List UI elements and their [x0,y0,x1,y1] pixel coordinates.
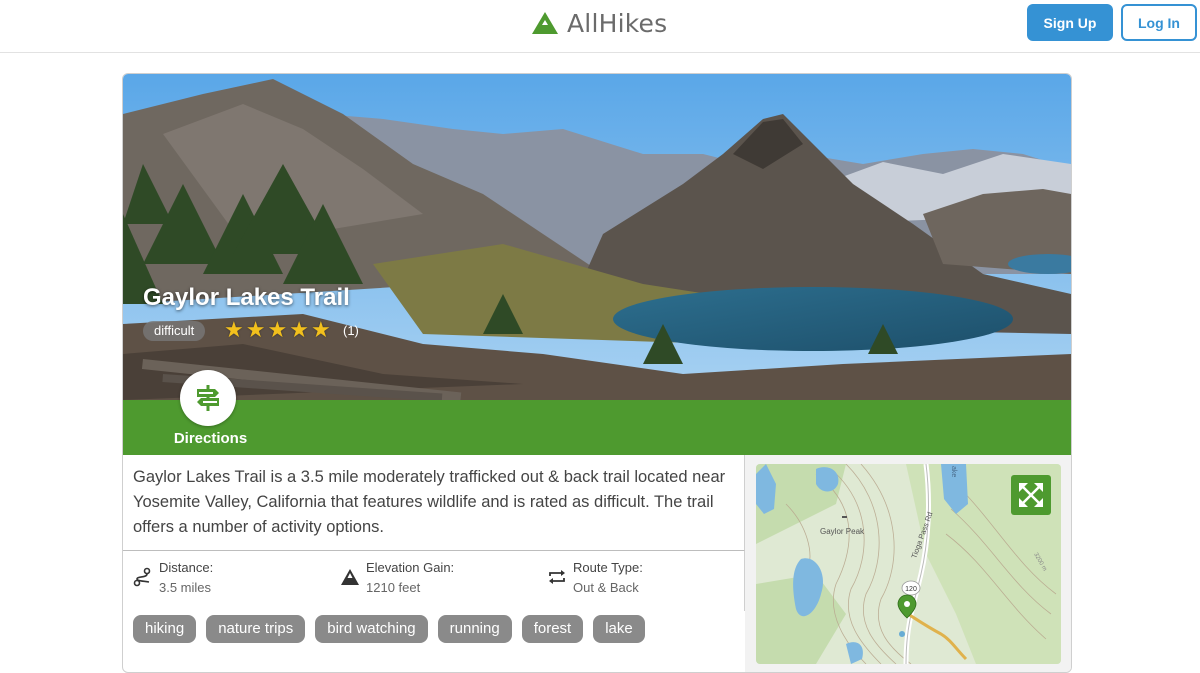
difficulty-badge: difficult [143,321,206,341]
rating-stars: ★ ★ ★ ★ ★ [224,318,331,342]
trail-stats: Distance: 3.5 miles Elevation Gain: 1210… [123,551,745,611]
tag-chip[interactable]: forest [521,615,584,643]
tag-chip[interactable]: nature trips [206,615,306,643]
stat-elevation: Elevation Gain: 1210 feet [340,560,454,595]
map-panel: Gaylor Peak Tioga Pass Rd 3200 m ake 120 [745,455,1071,672]
trail-card: Gaylor Lakes Trail difficult ★ ★ ★ ★ ★ (… [122,73,1072,673]
signup-button[interactable]: Sign Up [1027,4,1113,41]
map-label-lake: ake [950,466,957,477]
route-icon [133,567,151,587]
trail-title: Gaylor Lakes Trail [143,284,350,311]
trail-map[interactable]: Gaylor Peak Tioga Pass Rd 3200 m ake 120 [756,464,1061,664]
loop-arrows-icon [549,570,565,584]
stat-elevation-value: 1210 feet [366,580,421,595]
stat-distance-label: Distance: [159,560,214,575]
trail-hero-photo: Gaylor Lakes Trail difficult ★ ★ ★ ★ ★ (… [123,74,1071,400]
activity-tags: hiking nature trips bird watching runnin… [133,615,645,643]
map-label-peak: Gaylor Peak [820,527,865,536]
peak-marker [842,516,847,518]
brand-name: AllHikes [567,8,668,38]
stat-route-value: Out & Back [573,580,639,595]
star-icon: ★ [289,317,309,342]
star-icon: ★ [310,317,331,342]
expand-icon [1019,483,1043,507]
signpost-icon [197,385,219,411]
stat-elevation-label: Elevation Gain: [366,560,455,575]
tag-chip[interactable]: bird watching [315,615,428,643]
trailhead-dot [899,631,905,637]
tag-chip[interactable]: hiking [133,615,197,643]
login-button[interactable]: Log In [1121,4,1197,41]
tag-chip[interactable]: lake [593,615,645,643]
mountain-logo-icon [532,12,558,34]
highway-shield-icon: 120 [901,580,921,596]
highway-shield-label: 120 [905,586,917,593]
trail-description: Gaylor Lakes Trail is a 3.5 mile moderat… [123,455,745,551]
action-bar [123,400,1071,455]
stat-distance-value: 3.5 miles [159,580,212,595]
star-icon: ★ [224,317,244,342]
star-icon: ★ [267,317,288,342]
directions-label[interactable]: Directions [163,430,258,447]
stat-route-type: Route Type: Out & Back [547,560,643,595]
expand-map-button[interactable] [1011,475,1051,515]
rating-count: (1) [343,323,359,338]
top-navbar: AllHikes Sign Up Log In [0,0,1200,53]
star-icon: ★ [245,317,266,342]
stat-route-label: Route Type: [573,560,643,575]
directions-button[interactable] [180,370,236,426]
elevation-icon [341,569,359,585]
tag-chip[interactable]: running [437,615,512,643]
stat-distance: Distance: 3.5 miles [133,560,213,595]
brand-logo[interactable]: AllHikes [531,6,667,40]
